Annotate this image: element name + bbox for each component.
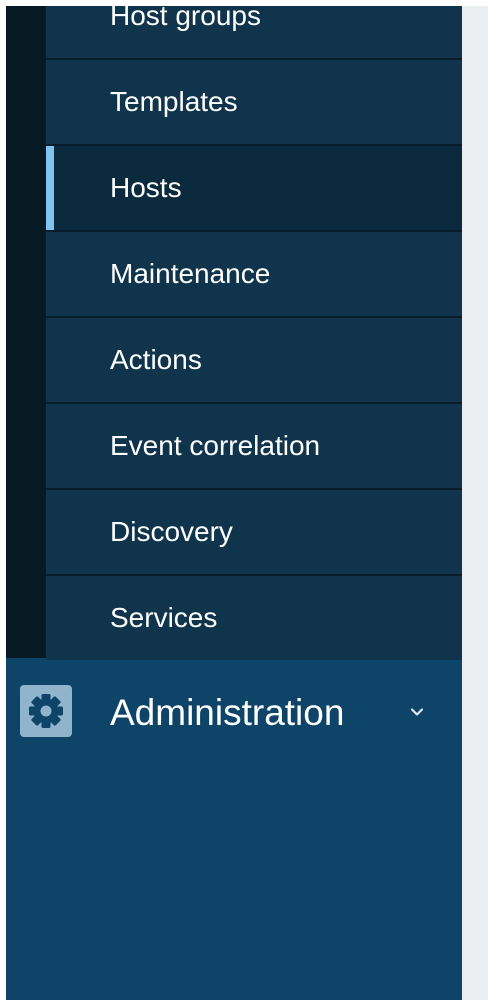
- submenu-item-event-correlation[interactable]: Event correlation: [46, 404, 462, 490]
- submenu-item-label: Services: [110, 602, 218, 633]
- submenu-item-label: Event correlation: [110, 430, 321, 461]
- submenu-item-host-groups[interactable]: Host groups: [46, 6, 462, 60]
- submenu-item-label: Templates: [110, 86, 238, 117]
- sidebar-item-label: Administration: [110, 692, 345, 733]
- submenu-item-hosts[interactable]: Hosts: [46, 146, 462, 232]
- submenu-item-discovery[interactable]: Discovery: [46, 490, 462, 576]
- submenu-item-actions[interactable]: Actions: [46, 318, 462, 404]
- sidebar-item-administration[interactable]: Administration: [6, 658, 462, 768]
- submenu-list: Host groups Templates Hosts Maintenance …: [46, 6, 462, 660]
- submenu-item-label: Maintenance: [110, 258, 271, 289]
- main-content-area: [462, 6, 488, 1000]
- submenu-item-services[interactable]: Services: [46, 576, 462, 660]
- submenu-item-label: Discovery: [110, 516, 233, 547]
- submenu-item-label: Host groups: [110, 6, 261, 31]
- submenu-item-label: Actions: [110, 344, 202, 375]
- chevron-down-icon: [408, 706, 426, 718]
- submenu-item-maintenance[interactable]: Maintenance: [46, 232, 462, 318]
- gear-icon: [20, 685, 72, 737]
- submenu-item-label: Hosts: [110, 172, 182, 203]
- screen: Host groups Templates Hosts Maintenance …: [0, 0, 488, 1006]
- sidebar: Host groups Templates Hosts Maintenance …: [6, 6, 462, 1000]
- submenu-item-templates[interactable]: Templates: [46, 60, 462, 146]
- submenu-panel: Host groups Templates Hosts Maintenance …: [6, 6, 462, 660]
